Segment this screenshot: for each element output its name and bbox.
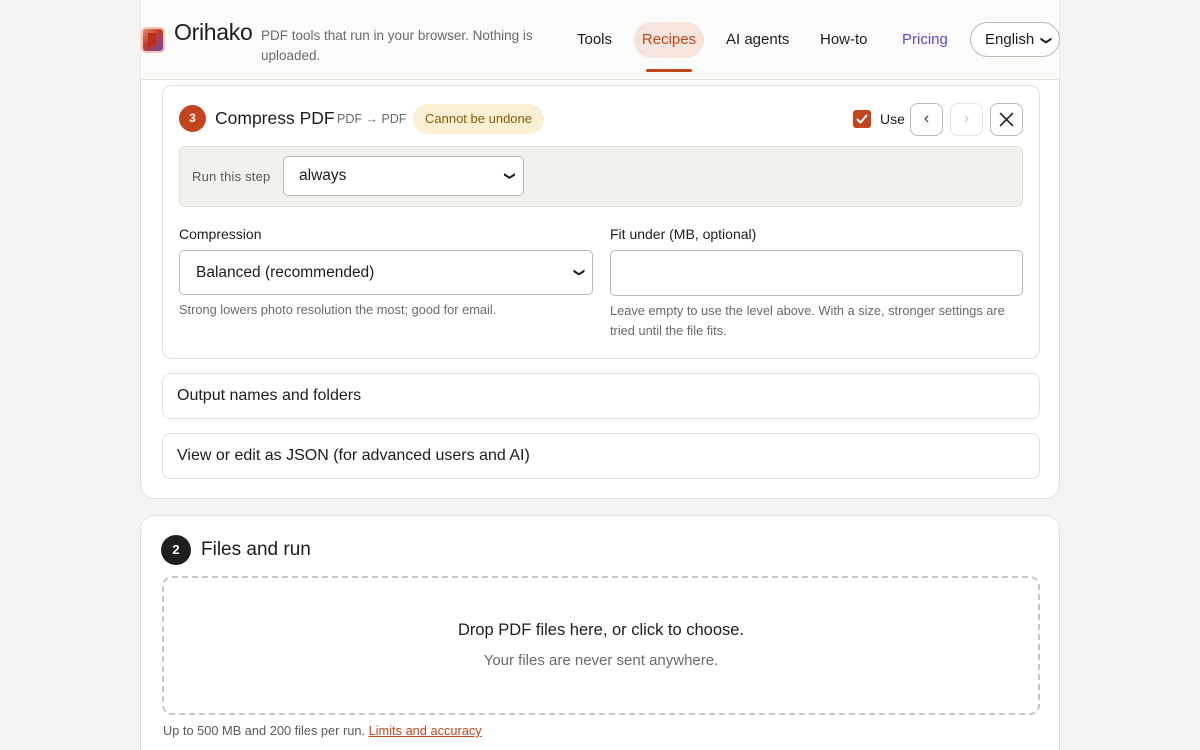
language-select[interactable]: English ❯ — [970, 22, 1060, 57]
fit-under-hint: Leave empty to use the level above. With… — [610, 303, 1005, 338]
site-header: Orihako PDF tools that run in your brows… — [140, 0, 1060, 80]
step-type: PDF → PDF — [337, 112, 407, 126]
limits-link[interactable]: Limits and accuracy — [369, 723, 482, 738]
nav-tools[interactable]: Tools — [577, 22, 612, 58]
run-condition-row: Run this step always ❯ — [179, 146, 1023, 207]
nav-recipes[interactable]: Recipes — [634, 22, 704, 72]
recipe-card: 3 Compress PDF PDF → PDF Cannot be undon… — [140, 40, 1060, 499]
move-step-down-button[interactable]: › — [950, 103, 983, 136]
orihako-logo-icon[interactable] — [141, 27, 165, 53]
chevron-down-icon: ❯ — [503, 171, 516, 181]
output-names-label: Output names and folders — [177, 387, 362, 404]
chevron-down-icon: ❯ — [572, 267, 585, 278]
files-step-number: 2 — [161, 535, 191, 565]
irreversible-badge: Cannot be undone — [413, 104, 544, 134]
run-condition-value: always — [299, 167, 347, 184]
dropzone-main-text: Drop PDF files here, or click to choose. — [457, 621, 745, 639]
move-step-up-button[interactable]: ‹ — [910, 103, 943, 136]
use-label: Use — [880, 111, 905, 127]
step-card-compress: 3 Compress PDF PDF → PDF Cannot be undon… — [162, 85, 1040, 359]
language-value: English — [985, 31, 1035, 48]
file-dropzone[interactable]: Drop PDF files here, or click to choose.… — [162, 576, 1040, 715]
compression-label: Compression — [179, 226, 262, 242]
output-names-section[interactable]: Output names and folders — [162, 373, 1040, 419]
page: 3 Compress PDF PDF → PDF Cannot be undon… — [140, 0, 1060, 750]
dropzone-sub-text: Your files are never sent anywhere. — [483, 652, 719, 669]
compression-select[interactable]: Balanced (recommended) ❯ — [179, 250, 593, 295]
nav-ai-agents[interactable]: AI agents — [726, 22, 789, 58]
check-icon — [856, 114, 868, 124]
fit-under-input[interactable] — [610, 250, 1023, 296]
chevron-down-icon: ❯ — [1039, 35, 1052, 46]
step-number-badge: 3 — [179, 105, 206, 132]
run-condition-select[interactable]: always ❯ — [283, 156, 524, 196]
remove-step-button[interactable] — [990, 103, 1023, 136]
fit-under-label: Fit under (MB, optional) — [610, 226, 757, 242]
json-edit-label: View or edit as JSON (for advanced users… — [177, 447, 530, 464]
nav-pricing[interactable]: Pricing — [902, 22, 948, 58]
files-card: 2 Files and run Drop PDF files here, or … — [140, 515, 1060, 750]
limits-text: Up to 500 MB and 200 files per run. — [163, 723, 366, 738]
limits-note: Up to 500 MB and 200 files per run. Limi… — [163, 723, 482, 738]
close-icon — [999, 112, 1014, 127]
files-title: Files and run — [201, 539, 311, 560]
compression-hint: Strong lowers photo resolution the most;… — [179, 302, 497, 317]
chevron-right-icon: › — [963, 110, 970, 127]
brand-name[interactable]: Orihako — [174, 19, 253, 46]
chevron-left-icon: ‹ — [923, 110, 930, 127]
step-title: Compress PDF — [215, 108, 335, 128]
compression-value: Balanced (recommended) — [196, 264, 375, 281]
run-condition-label: Run this step — [192, 169, 271, 184]
use-checkbox[interactable] — [853, 110, 871, 128]
json-edit-section[interactable]: View or edit as JSON (for advanced users… — [162, 433, 1040, 479]
tagline: PDF tools that run in your browser. Noth… — [261, 28, 533, 63]
nav-how-to[interactable]: How-to — [820, 22, 868, 58]
